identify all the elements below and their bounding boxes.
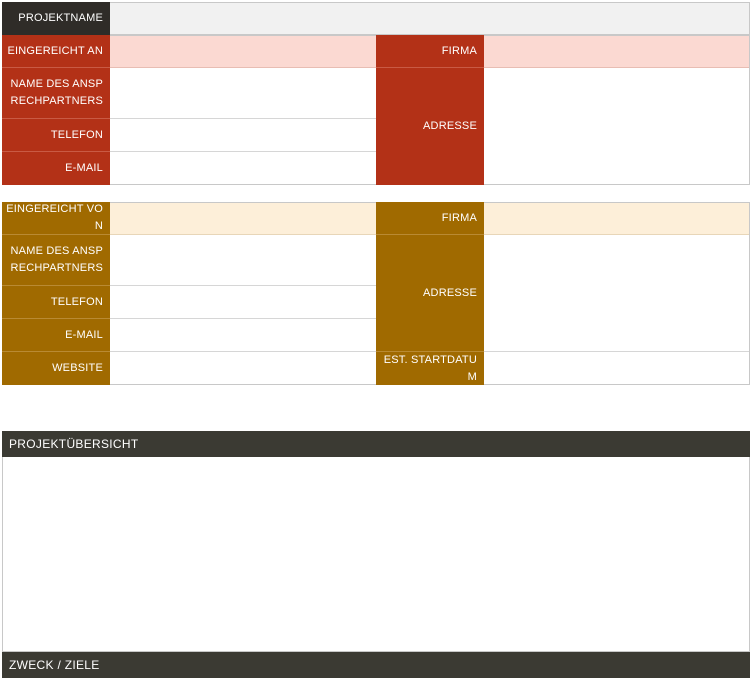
- by-address-label: ADRESSE: [376, 235, 484, 352]
- email-label-text: E-MAIL: [65, 162, 103, 174]
- website-field[interactable]: [110, 352, 376, 384]
- submitted-to-label: EINGEREICHT AN: [2, 35, 110, 68]
- by-phone-label-text: TELEFON: [50, 295, 103, 308]
- by-company-label: FIRMA: [376, 202, 484, 235]
- by-company-label-text: FIRMA: [441, 211, 477, 224]
- start-date-field[interactable]: [484, 352, 749, 384]
- website-label-text: WEBSITE: [52, 362, 103, 374]
- start-date-label-text: EST. STARTDATUM: [383, 353, 477, 383]
- by-company-field[interactable]: [484, 203, 749, 235]
- by-email-field[interactable]: [110, 319, 376, 352]
- project-name-label-text: PROJEKTNAME: [18, 12, 103, 24]
- by-phone-field[interactable]: [110, 286, 376, 319]
- by-email-label: E-MAIL: [2, 319, 110, 352]
- purpose-title: ZWECK / ZIELE: [9, 658, 100, 672]
- submitted-to-label-text: EINGEREICHT AN: [7, 44, 103, 57]
- purpose-header: ZWECK / ZIELE: [2, 652, 750, 678]
- address-label: ADRESSE: [376, 68, 484, 185]
- by-email-label-text: E-MAIL: [65, 328, 103, 341]
- phone-label-text: TELEFON: [50, 128, 103, 141]
- company-field[interactable]: [484, 36, 749, 68]
- company-label-text: FIRMA: [441, 44, 477, 57]
- by-contact-name-label: NAME DES ANSPRECHPARTNERS: [2, 235, 110, 286]
- by-contact-name-field[interactable]: [110, 235, 376, 286]
- submitted-to-field[interactable]: [110, 36, 376, 68]
- address-label-text: ADRESSE: [423, 120, 477, 132]
- start-date-label: EST. STARTDATUM: [376, 352, 484, 385]
- project-name-field[interactable]: [110, 3, 749, 34]
- website-label: WEBSITE: [2, 352, 110, 385]
- phone-field[interactable]: [110, 119, 376, 152]
- submitted-by-field[interactable]: [110, 203, 376, 235]
- contact-name-field[interactable]: [110, 68, 376, 119]
- address-field[interactable]: [484, 68, 749, 184]
- by-contact-name-label-text: NAME DES ANSPRECHPARTNERS: [10, 245, 103, 274]
- by-phone-label: TELEFON: [2, 286, 110, 319]
- by-address-field[interactable]: [484, 235, 749, 352]
- overview-header: PROJEKTÜBERSICHT: [2, 431, 750, 457]
- submitted-by-label-text: EINGEREICHT VON: [6, 203, 103, 232]
- phone-label: TELEFON: [2, 119, 110, 152]
- contact-name-label-text: NAME DES ANSPRECHPARTNERS: [10, 78, 103, 107]
- company-label: FIRMA: [376, 35, 484, 68]
- by-address-label-text: ADRESSE: [423, 286, 477, 299]
- email-field[interactable]: [110, 152, 376, 184]
- project-name-label: PROJEKTNAME: [2, 2, 110, 35]
- contact-name-label: NAME DES ANSPRECHPARTNERS: [2, 68, 110, 119]
- overview-field[interactable]: [2, 457, 750, 652]
- submitted-by-label: EINGEREICHT VON: [2, 202, 110, 235]
- overview-title: PROJEKTÜBERSICHT: [9, 437, 139, 451]
- email-label: E-MAIL: [2, 152, 110, 185]
